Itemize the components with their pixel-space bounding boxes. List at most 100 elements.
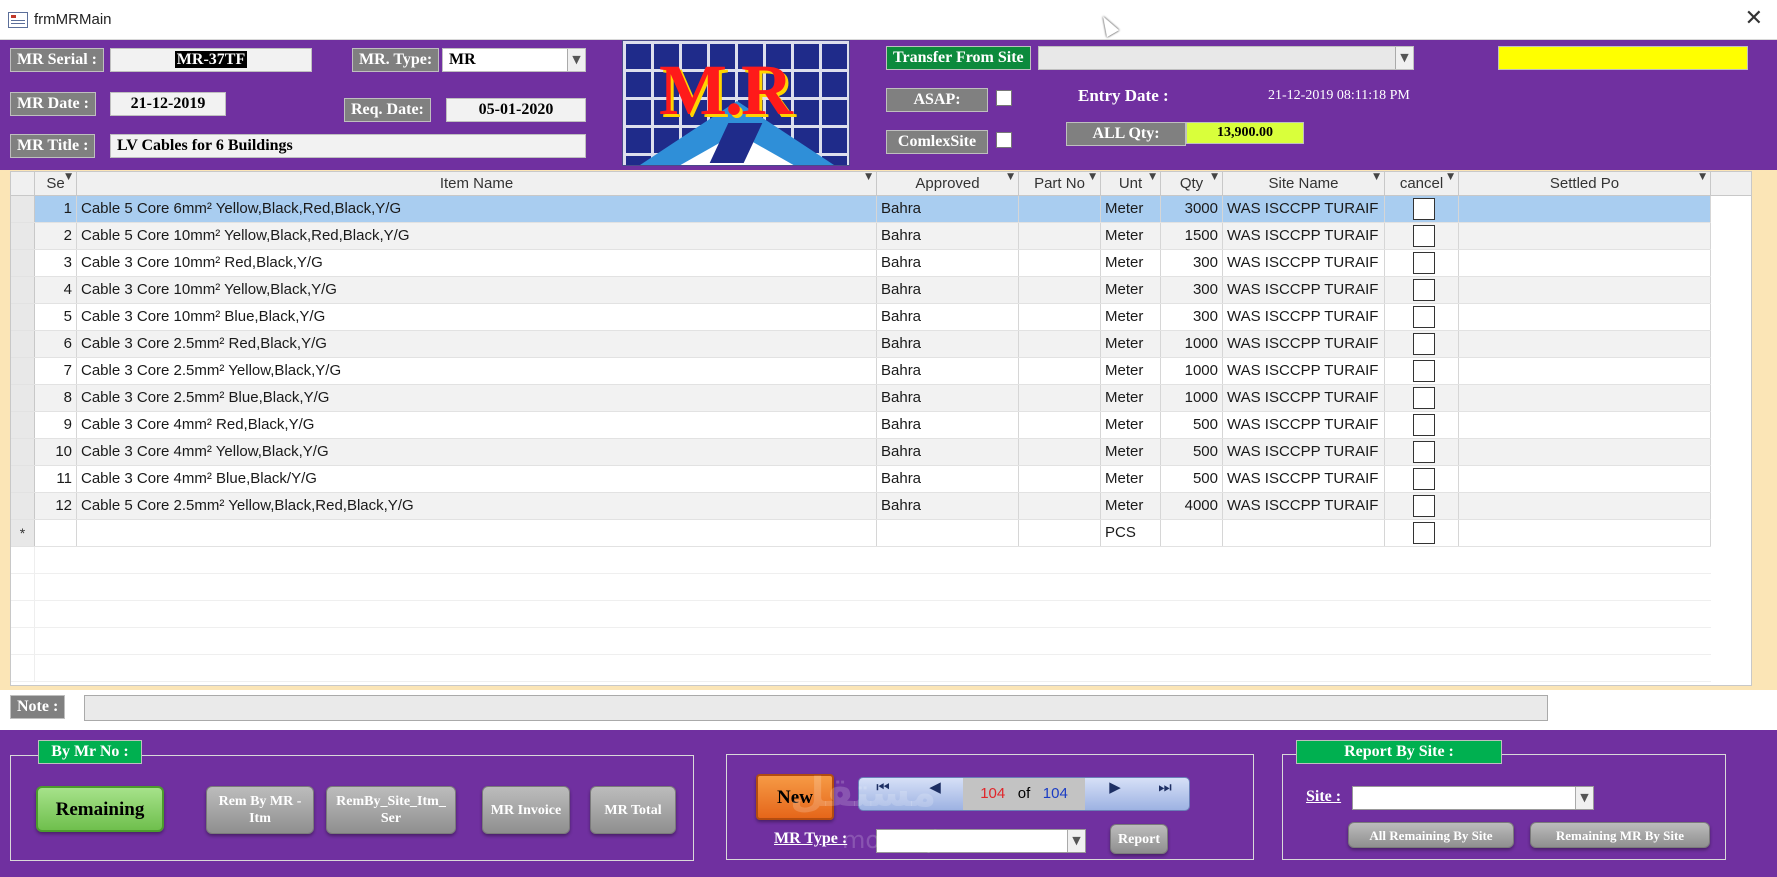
cell-site-name[interactable]: WAS ISCCPP TURAIF (1223, 196, 1385, 222)
cancel-checkbox[interactable] (1413, 225, 1435, 247)
cell-site-name[interactable] (1223, 520, 1385, 546)
column-header-se[interactable]: Se ▼ (35, 172, 77, 196)
cell-settled-po[interactable] (1459, 439, 1711, 465)
cell-unit[interactable]: Meter (1101, 493, 1161, 519)
cell-unit[interactable]: Meter (1101, 250, 1161, 276)
cell-qty[interactable]: 300 (1161, 277, 1223, 303)
chevron-down-icon[interactable]: ▼ (1575, 787, 1593, 809)
column-header-item-name[interactable]: Item Name ▼ (77, 172, 877, 196)
cell-se[interactable]: 1 (35, 196, 77, 222)
cell-site-name[interactable]: WAS ISCCPP TURAIF (1223, 493, 1385, 519)
cancel-checkbox[interactable] (1413, 198, 1435, 220)
transfer-from-site-select[interactable]: ▼ (1038, 46, 1414, 70)
cell-settled-po[interactable] (1459, 520, 1711, 546)
cell-part-no[interactable] (1019, 520, 1101, 546)
column-header-settled-po[interactable]: Settled Po ▼ (1459, 172, 1711, 196)
mr-serial-field[interactable]: MR-37TF (110, 48, 312, 72)
cell-site-name[interactable]: WAS ISCCPP TURAIF (1223, 304, 1385, 330)
cell-settled-po[interactable] (1459, 250, 1711, 276)
cell-item-name[interactable]: Cable 5 Core 2.5mm² Yellow,Black,Red,Bla… (77, 493, 877, 519)
cell-unit[interactable]: Meter (1101, 439, 1161, 465)
mr-title-field[interactable]: LV Cables for 6 Buildings (110, 134, 586, 158)
table-row[interactable]: 9 Cable 3 Core 4mm² Red,Black,Y/G Bahra Met… (11, 412, 1711, 439)
note-field[interactable] (84, 695, 1548, 721)
site-select[interactable]: ▼ (1352, 786, 1594, 810)
row-selector[interactable] (11, 277, 35, 303)
row-selector[interactable] (11, 412, 35, 438)
cell-site-name[interactable]: WAS ISCCPP TURAIF (1223, 439, 1385, 465)
table-row[interactable]: 8 Cable 3 Core 2.5mm² Blue,Black,Y/G Bahra… (11, 385, 1711, 412)
rem-by-mr-itm-button[interactable]: Rem By MR - Itm (206, 786, 314, 834)
row-selector[interactable] (11, 385, 35, 411)
remaining-button[interactable]: Remaining (36, 786, 164, 832)
cell-item-name[interactable]: Cable 3 Core 4mm² Yellow,Black,Y/G (77, 439, 877, 465)
cell-item-name[interactable]: Cable 3 Core 2.5mm² Red,Black,Y/G (77, 331, 877, 357)
cell-settled-po[interactable] (1459, 358, 1711, 384)
cell-part-no[interactable] (1019, 385, 1101, 411)
cancel-checkbox[interactable] (1413, 333, 1435, 355)
cell-item-name[interactable] (77, 520, 877, 546)
all-remaining-by-site-button[interactable]: All Remaining By Site (1348, 822, 1514, 848)
mr-date-field[interactable]: 21-12-2019 (110, 92, 226, 116)
row-selector[interactable] (11, 466, 35, 492)
cancel-checkbox[interactable] (1413, 522, 1435, 544)
cell-se[interactable]: 5 (35, 304, 77, 330)
cell-settled-po[interactable] (1459, 385, 1711, 411)
next-record-icon[interactable]: ▶ (1091, 778, 1139, 810)
row-selector[interactable] (11, 196, 35, 222)
req-date-field[interactable]: 05-01-2020 (446, 98, 586, 122)
table-row[interactable]: 2 Cable 5 Core 10mm² Yellow,Black,Red,Bla… (11, 223, 1711, 250)
column-header-qty[interactable]: Qty ▼ (1161, 172, 1223, 196)
column-header-part-no[interactable]: Part No ▼ (1019, 172, 1101, 196)
cell-qty[interactable]: 1000 (1161, 358, 1223, 384)
cell-se[interactable]: 2 (35, 223, 77, 249)
cell-qty[interactable]: 1000 (1161, 385, 1223, 411)
cell-part-no[interactable] (1019, 250, 1101, 276)
cell-settled-po[interactable] (1459, 466, 1711, 492)
cell-part-no[interactable] (1019, 196, 1101, 222)
cell-settled-po[interactable] (1459, 412, 1711, 438)
cell-part-no[interactable] (1019, 466, 1101, 492)
cancel-checkbox[interactable] (1413, 306, 1435, 328)
cell-qty[interactable]: 1000 (1161, 331, 1223, 357)
yellow-status-field[interactable] (1498, 46, 1748, 70)
first-record-icon[interactable]: ⏮ (859, 778, 907, 810)
table-row[interactable]: 5 Cable 3 Core 10mm² Blue,Black,Y/G Bahra M… (11, 304, 1711, 331)
cell-qty[interactable] (1161, 520, 1223, 546)
cell-settled-po[interactable] (1459, 277, 1711, 303)
cell-se[interactable] (35, 520, 77, 546)
cancel-checkbox[interactable] (1413, 495, 1435, 517)
cell-settled-po[interactable] (1459, 493, 1711, 519)
cell-site-name[interactable]: WAS ISCCPP TURAIF (1223, 466, 1385, 492)
cell-se[interactable]: 12 (35, 493, 77, 519)
table-row[interactable]: 1 Cable 5 Core 6mm² Yellow,Black,Red,Blac… (11, 196, 1711, 223)
cell-approved[interactable]: Bahra (877, 331, 1019, 357)
cell-se[interactable]: 6 (35, 331, 77, 357)
cell-unit[interactable]: Meter (1101, 277, 1161, 303)
cell-approved[interactable]: Bahra (877, 439, 1019, 465)
cell-settled-po[interactable] (1459, 196, 1711, 222)
cancel-checkbox[interactable] (1413, 441, 1435, 463)
cell-approved[interactable]: Bahra (877, 412, 1019, 438)
chevron-down-icon[interactable]: ▼ (1395, 47, 1413, 69)
cell-qty[interactable]: 1500 (1161, 223, 1223, 249)
cell-approved[interactable]: Bahra (877, 277, 1019, 303)
cell-part-no[interactable] (1019, 331, 1101, 357)
table-row[interactable]: 10 Cable 3 Core 4mm² Yellow,Black,Y/G Bahr… (11, 439, 1711, 466)
row-selector[interactable]: * (11, 520, 35, 546)
cell-approved[interactable]: Bahra (877, 250, 1019, 276)
remby-site-itm-ser-button[interactable]: RemBy_Site_Itm_ Ser (326, 786, 456, 834)
new-record-row[interactable]: * PCS (11, 520, 1711, 547)
cell-approved[interactable]: Bahra (877, 304, 1019, 330)
cell-part-no[interactable] (1019, 493, 1101, 519)
cell-settled-po[interactable] (1459, 304, 1711, 330)
cell-approved[interactable] (877, 520, 1019, 546)
cell-part-no[interactable] (1019, 412, 1101, 438)
cell-item-name[interactable]: Cable 3 Core 2.5mm² Blue,Black,Y/G (77, 385, 877, 411)
cell-qty[interactable]: 500 (1161, 412, 1223, 438)
cell-approved[interactable]: Bahra (877, 493, 1019, 519)
cell-site-name[interactable]: WAS ISCCPP TURAIF (1223, 412, 1385, 438)
cell-item-name[interactable]: Cable 3 Core 10mm² Yellow,Black,Y/G (77, 277, 877, 303)
cancel-checkbox[interactable] (1413, 468, 1435, 490)
table-row[interactable]: 12 Cable 5 Core 2.5mm² Yellow,Black,Red,B… (11, 493, 1711, 520)
